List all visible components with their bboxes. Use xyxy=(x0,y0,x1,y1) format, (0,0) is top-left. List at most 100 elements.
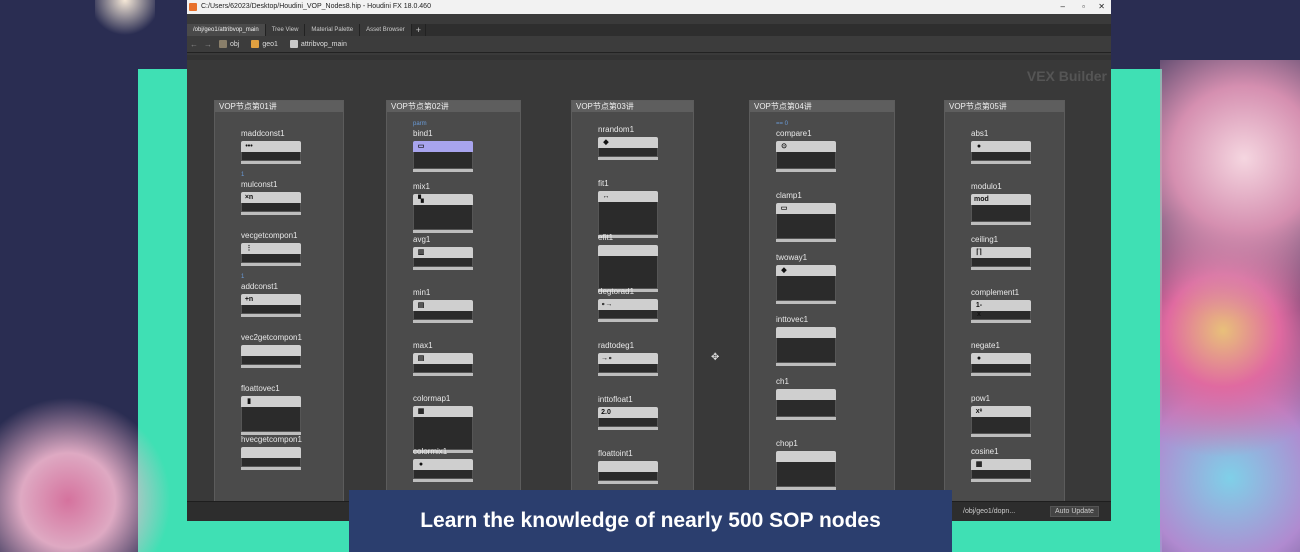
node-header[interactable]: ● xyxy=(413,459,473,470)
node-ports[interactable] xyxy=(413,311,473,320)
node-ports[interactable] xyxy=(776,400,836,417)
vop-node[interactable]: efit1 xyxy=(598,233,658,292)
node-ports[interactable] xyxy=(241,203,301,212)
node-header[interactable]: ▦ xyxy=(413,406,473,417)
node-ports[interactable] xyxy=(776,214,836,239)
node-header[interactable]: ▮ xyxy=(241,396,301,407)
vop-node[interactable]: inttofloat1 2.0 xyxy=(598,395,658,430)
node-ports[interactable] xyxy=(241,152,301,161)
node-ports[interactable] xyxy=(241,254,301,263)
vop-node[interactable]: abs1 ● xyxy=(971,129,1031,164)
node-ports[interactable] xyxy=(971,152,1031,161)
path-segment-attribvop[interactable]: attribvop_main xyxy=(289,40,347,48)
node-ports[interactable] xyxy=(776,338,836,363)
node-ports[interactable] xyxy=(241,458,301,467)
vop-node[interactable]: colormap1 ▦ xyxy=(413,394,473,453)
tab-tree-view[interactable]: Tree View xyxy=(265,24,306,36)
node-ports[interactable] xyxy=(598,148,658,157)
node-header[interactable]: ● xyxy=(971,353,1031,364)
vop-node[interactable]: 1 mulconst1 ×n xyxy=(241,172,301,215)
node-ports[interactable] xyxy=(971,364,1031,373)
maximize-button[interactable]: ▫ xyxy=(1082,0,1085,14)
node-header[interactable]: ⊙ xyxy=(776,141,836,152)
node-ports[interactable] xyxy=(413,258,473,267)
node-header[interactable] xyxy=(598,461,658,472)
network-box[interactable]: VOP节点第02讲 parm bind1 ▭ mix1 ▚ avg1 ▥ min1 ▤ max1 ▤ c… xyxy=(386,100,521,512)
auto-update-button[interactable]: Auto Update xyxy=(1050,506,1099,517)
node-header[interactable]: ▤ xyxy=(413,353,473,364)
vop-node[interactable]: mix1 ▚ xyxy=(413,182,473,233)
vop-node[interactable]: vec2getcompon1 xyxy=(241,333,302,368)
node-header[interactable]: ••• xyxy=(241,141,301,152)
node-header[interactable]: ▭ xyxy=(413,141,473,152)
node-header[interactable]: ▭ xyxy=(776,203,836,214)
node-header[interactable]: ⋮ xyxy=(241,243,301,254)
node-ports[interactable] xyxy=(241,305,301,314)
node-ports[interactable] xyxy=(776,152,836,169)
vop-node[interactable]: min1 ▤ xyxy=(413,288,473,323)
vop-node[interactable]: 1 addconst1 +n xyxy=(241,274,301,317)
vop-node[interactable]: twoway1 ◆ xyxy=(776,253,836,304)
tab-asset-browser[interactable]: Asset Browser xyxy=(360,24,412,36)
node-ports[interactable] xyxy=(241,356,301,365)
vop-node[interactable]: avg1 ▥ xyxy=(413,235,473,270)
network-box[interactable]: VOP节点第04讲 == 0 compare1 ⊙ clamp1 ▭ twoway1 ◆ int… xyxy=(749,100,895,512)
vop-node[interactable]: maddconst1 ••• xyxy=(241,129,301,164)
node-header[interactable]: mod xyxy=(971,194,1031,205)
vop-node[interactable]: modulo1 mod xyxy=(971,182,1031,225)
node-ports[interactable] xyxy=(413,205,473,230)
node-header[interactable] xyxy=(776,451,836,462)
node-ports[interactable] xyxy=(413,152,473,169)
vop-node[interactable]: hvecgetcompon1 xyxy=(241,435,302,470)
node-ports[interactable] xyxy=(598,202,658,235)
add-tab-button[interactable]: + xyxy=(412,24,427,36)
network-box-title[interactable]: VOP节点第01讲 xyxy=(215,101,343,112)
node-header[interactable] xyxy=(241,345,301,356)
vop-node[interactable]: pow1 xᵉ xyxy=(971,394,1031,437)
node-ports[interactable] xyxy=(598,418,658,427)
node-header[interactable]: +n xyxy=(241,294,301,305)
node-ports[interactable] xyxy=(598,472,658,481)
node-header[interactable]: ↔ xyxy=(598,191,658,202)
network-box[interactable]: VOP节点第01讲 maddconst1 ••• 1 mulconst1 ×n vecget… xyxy=(214,100,344,512)
node-ports[interactable] xyxy=(598,256,658,289)
vop-node[interactable]: radtodeg1 →∘ xyxy=(598,341,658,376)
vop-node[interactable]: parm bind1 ▭ xyxy=(413,121,473,172)
minimize-button[interactable]: – xyxy=(1061,0,1065,14)
node-header[interactable]: xᵉ xyxy=(971,406,1031,417)
node-ports[interactable] xyxy=(413,470,473,479)
node-header[interactable]: →∘ xyxy=(598,353,658,364)
back-arrow-icon[interactable]: ← xyxy=(190,40,198,49)
vop-node[interactable]: degtorad1 ∘→ xyxy=(598,287,658,322)
vop-node[interactable]: negate1 ● xyxy=(971,341,1031,376)
node-header[interactable]: ▚ xyxy=(413,194,473,205)
vop-node[interactable]: clamp1 ▭ xyxy=(776,191,836,242)
vop-node[interactable]: fit1 ↔ xyxy=(598,179,658,238)
node-header[interactable] xyxy=(776,389,836,400)
vop-node[interactable]: vecgetcompon1 ⋮ xyxy=(241,231,301,266)
vop-node[interactable]: == 0 compare1 ⊙ xyxy=(776,121,836,172)
vop-node[interactable]: floattoint1 xyxy=(598,449,658,484)
node-header[interactable]: ◆ xyxy=(598,137,658,148)
network-editor[interactable]: VEX Builder ✥ VOP节点第01讲 maddconst1 ••• 1 mul… xyxy=(187,60,1111,512)
forward-arrow-icon[interactable]: → xyxy=(204,40,212,49)
node-ports[interactable] xyxy=(971,205,1031,222)
vop-node[interactable]: ch1 xyxy=(776,377,836,420)
node-header[interactable]: ▤ xyxy=(413,300,473,311)
vop-node[interactable]: nrandom1 ◆ xyxy=(598,125,658,160)
vop-node[interactable]: cosine1 ▦ xyxy=(971,447,1031,482)
node-header[interactable]: ▦ xyxy=(971,459,1031,470)
vop-node[interactable]: floattovec1 ▮ xyxy=(241,384,301,435)
network-box-title[interactable]: VOP节点第02讲 xyxy=(387,101,520,112)
tab-material-palette[interactable]: Material Palette xyxy=(305,24,361,36)
node-header[interactable]: 2.0 xyxy=(598,407,658,418)
node-ports[interactable] xyxy=(598,364,658,373)
node-header[interactable]: ◆ xyxy=(776,265,836,276)
vop-node[interactable]: chop1 xyxy=(776,439,836,490)
node-header[interactable]: ● xyxy=(971,141,1031,152)
node-header[interactable]: ∘→ xyxy=(598,299,658,310)
vop-node[interactable]: complement1 1-x xyxy=(971,288,1031,323)
node-ports[interactable] xyxy=(776,462,836,487)
node-ports[interactable] xyxy=(241,407,301,432)
vop-node[interactable]: colormix1 ● xyxy=(413,447,473,482)
